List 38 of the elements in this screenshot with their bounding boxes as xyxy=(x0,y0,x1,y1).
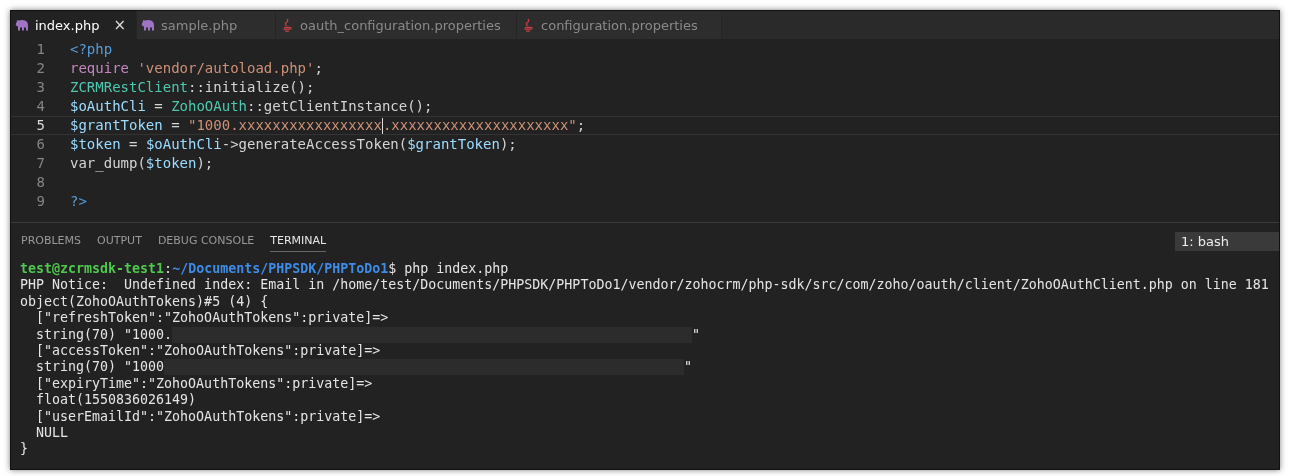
line-number: 4 xyxy=(35,98,45,115)
line-number: 6 xyxy=(35,136,45,153)
line-number: 5 xyxy=(35,117,45,134)
line-number: 3 xyxy=(35,79,45,96)
code-line: require 'vendor/autoload.php'; xyxy=(70,60,323,77)
line-number: 2 xyxy=(35,60,45,77)
panel-tab[interactable]: PROBLEMS xyxy=(21,230,82,252)
code-line: $token = $oAuthCli->generateAccessToken($grantToken); xyxy=(70,136,517,153)
code-line: ?> xyxy=(70,193,87,210)
code-line: $oAuthCli = ZohoOAuth::getClientInstance(); xyxy=(70,98,433,115)
elephant-icon xyxy=(15,18,29,32)
line-number: 9 xyxy=(35,193,45,210)
terminal-line: ["expiryTime":"ZohoOAuthTokens":private]=> xyxy=(35,375,374,393)
code-line: <?php xyxy=(70,41,113,58)
elephant-icon xyxy=(141,18,156,32)
editor-tab[interactable]: index.php × xyxy=(11,11,138,39)
terminal-line: ["refreshToken":"ZohoOAuthTokens":private]=> xyxy=(35,310,390,327)
line-number: 7 xyxy=(35,155,45,172)
code-line: var_dump($token); xyxy=(70,155,214,172)
code-line: $grantToken = "1000.xxxxxxxxxxxxxxxxx.xxxxxxxxxxxxxxxxxxxxx"; xyxy=(70,117,586,134)
terminal-line: float(1550836026149) xyxy=(35,392,198,409)
code-line: ZCRMRestClient::initialize(); xyxy=(70,79,315,96)
terminal-line: ["userEmailId":"ZohoOAuthTokens":private]=> xyxy=(35,408,382,425)
terminal-line: object(ZohoOAuthTokens)#5 (4) { xyxy=(20,293,270,311)
terminal-line: ["accessToken":"ZohoOAuthTokens":private]=> xyxy=(35,342,382,360)
panel-tab[interactable]: OUTPUT xyxy=(97,230,142,252)
terminal-line: test@zcrmsdk-test1:~/Documents/PHPSDK/PHPToDo1$ php index.php xyxy=(20,261,510,278)
panel-tab[interactable]: DEBUG CONSOLE xyxy=(157,230,255,252)
close-icon[interactable]: × xyxy=(113,16,127,34)
coffee-cup-icon xyxy=(521,18,536,32)
terminal-line: } xyxy=(20,441,29,458)
panel-tab[interactable]: TERMINAL xyxy=(270,230,327,252)
terminal-line: PHP Notice: Undefined index: Email in /home/test/Documents/PHPSDK/PHPToDo1/vendor/zohocrm/php-sdk/src/com/zoho/oauth/client/ZohoOAuthClient.php on line 181 xyxy=(20,277,1270,294)
line-number: 8 xyxy=(35,174,45,191)
terminal-line: NULL xyxy=(35,424,70,442)
terminal-selector[interactable]: 1: bash xyxy=(1175,231,1279,251)
coffee-cup-icon xyxy=(280,18,295,32)
line-number: 1 xyxy=(35,41,45,58)
